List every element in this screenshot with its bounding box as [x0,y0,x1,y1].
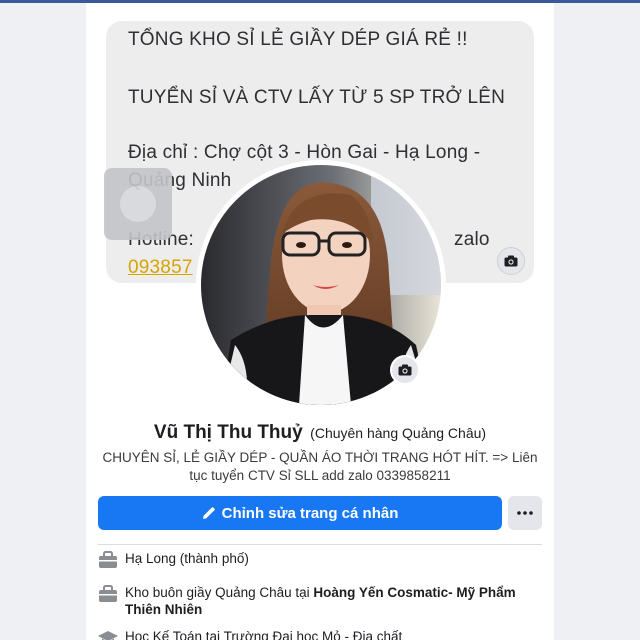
more-options-button[interactable] [508,496,542,530]
profile-bio: CHUYÊN SỈ, LẺ GIẦY DÉP - QUẦN ÁO THỜI TR… [102,450,538,483]
floating-assistive-touch[interactable] [104,168,172,240]
edit-profile-button[interactable]: Chỉnh sửa trang cá nhân [98,496,502,530]
profile-alternate-name: (Chuyên hàng Quảng Châu) [310,425,487,441]
intro-text-prefix: Học Kế Toán tại Trường Đại học Mỏ - Địa … [125,629,403,640]
cover-text-line-1: TỔNG KHO SỈ LẺ GIẦY DÉP GIÁ RẺ !! [128,29,468,50]
profile-name-row: Vũ Thị Thu Thuỷ (Chuyên hàng Quảng Châu) [86,422,554,444]
graduation-cap-icon [98,631,118,640]
intro-text-prefix: Hạ Long (thành phố) [125,551,249,566]
intro-item-text: Học Kế Toán tại Trường Đại học Mỏ - Địa … [125,628,402,640]
ellipsis-icon [517,511,533,515]
briefcase-icon [99,551,117,568]
intro-item-text: Kho buôn giầy Quảng Châu tại Hoàng Yến C… [125,584,538,618]
section-divider [98,544,542,545]
assistive-touch-dot [120,186,156,222]
cover-phone-link[interactable]: 093857 [128,257,193,279]
intro-item-location: Hạ Long (thành phố) [98,550,538,569]
edit-profile-label: Chỉnh sửa trang cá nhân [221,504,399,522]
avatar-camera-icon[interactable] [390,355,420,385]
briefcase-icon [99,585,117,602]
profile-card: TỔNG KHO SỈ LẺ GIẦY DÉP GIÁ RẺ !! TUYỂN … [86,3,554,640]
cover-text-line-2: TUYỂN SỈ VÀ CTV LẤY TỪ 5 SP TRỞ LÊN [128,87,506,108]
intro-item-education: Học Kế Toán tại Trường Đại học Mỏ - Địa … [98,628,538,640]
intro-item-text: Hạ Long (thành phố) [125,550,249,567]
camera-icon[interactable] [497,247,525,275]
profile-name: Vũ Thị Thu Thuỷ [153,422,303,443]
cover-zalo-text: zalo [454,229,490,250]
pencil-icon [202,507,215,519]
intro-item-work: Kho buôn giầy Quảng Châu tại Hoàng Yến C… [98,584,538,618]
intro-text-prefix: Kho buôn giầy Quảng Châu tại [125,585,314,600]
